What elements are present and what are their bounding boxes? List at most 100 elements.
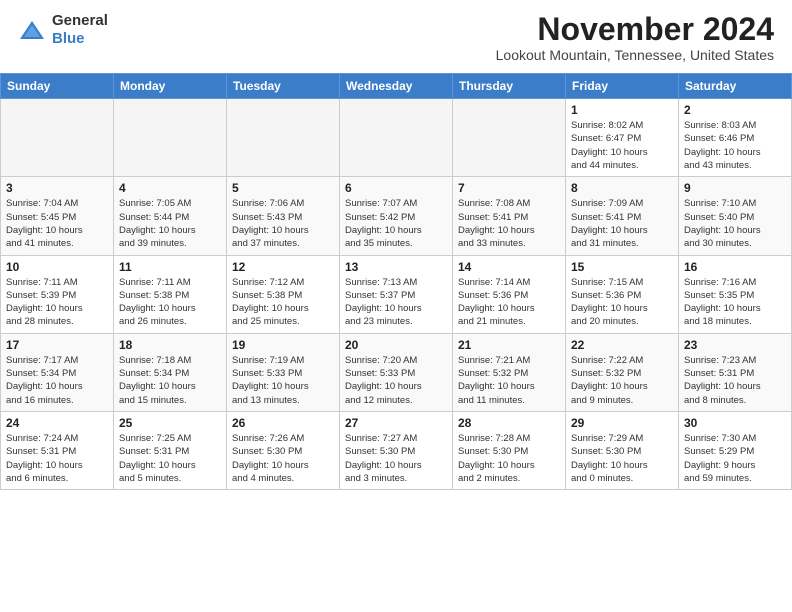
- calendar-cell: [114, 99, 227, 177]
- calendar-cell: 14Sunrise: 7:14 AM Sunset: 5:36 PM Dayli…: [453, 255, 566, 333]
- day-info: Sunrise: 7:11 AM Sunset: 5:39 PM Dayligh…: [6, 276, 108, 329]
- calendar-cell: 15 Sunrise: 7:15 AM Sunset: 5:36 PM Dayli…: [566, 255, 679, 333]
- weekday-header: Thursday: [453, 74, 566, 99]
- calendar-cell: 22 Sunrise: 7:22 AM Sunset: 5:32 PM Dayli…: [566, 333, 679, 411]
- calendar-cell: 4 Sunrise: 7:05 AM Sunset: 5:44 PM Daylig…: [114, 177, 227, 255]
- day-info: Sunrise: 7:21 AM Sunset: 5:32 PM Dayligh…: [458, 354, 560, 407]
- calendar-cell: 1 Sunrise: 8:02 AM Sunset: 6:47 PM Daylig…: [566, 99, 679, 177]
- calendar-cell: 28Sunrise: 7:28 AM Sunset: 5:30 PM Dayli…: [453, 411, 566, 489]
- day-number: 1: [571, 103, 673, 117]
- day-info: Sunrise: 7:09 AM Sunset: 5:41 PM Dayligh…: [571, 197, 673, 250]
- weekday-header: Friday: [566, 74, 679, 99]
- location-title: Lookout Mountain, Tennessee, United Stat…: [496, 47, 774, 63]
- day-info: Sunrise: 7:05 AM Sunset: 5:44 PM Dayligh…: [119, 197, 221, 250]
- calendar-cell: 11 Sunrise: 7:11 AM Sunset: 5:38 PM Dayli…: [114, 255, 227, 333]
- day-number: 19: [232, 338, 334, 352]
- calendar-cell: 25 Sunrise: 7:25 AM Sunset: 5:31 PM Dayli…: [114, 411, 227, 489]
- weekday-header: Saturday: [679, 74, 792, 99]
- calendar-cell: 5Sunrise: 7:06 AM Sunset: 5:43 PM Daylig…: [227, 177, 340, 255]
- calendar-row: 10 Sunrise: 7:11 AM Sunset: 5:39 PM Dayli…: [1, 255, 792, 333]
- day-number: 13: [345, 260, 447, 274]
- day-info: Sunrise: 7:12 AM Sunset: 5:38 PM Dayligh…: [232, 276, 334, 329]
- month-title: November 2024: [496, 12, 774, 47]
- day-number: 9: [684, 181, 786, 195]
- calendar-table: SundayMondayTuesdayWednesdayThursdayFrid…: [0, 73, 792, 490]
- calendar-cell: [453, 99, 566, 177]
- day-number: 10: [6, 260, 108, 274]
- calendar-cell: 24Sunrise: 7:24 AM Sunset: 5:31 PM Dayli…: [1, 411, 114, 489]
- day-number: 30: [684, 416, 786, 430]
- day-number: 18: [119, 338, 221, 352]
- day-number: 5: [232, 181, 334, 195]
- calendar-cell: 18 Sunrise: 7:18 AM Sunset: 5:34 PM Dayli…: [114, 333, 227, 411]
- logo-blue: Blue: [52, 30, 85, 47]
- calendar-cell: 10 Sunrise: 7:11 AM Sunset: 5:39 PM Dayli…: [1, 255, 114, 333]
- day-number: 27: [345, 416, 447, 430]
- calendar-cell: 26 Sunrise: 7:26 AM Sunset: 5:30 PM Dayli…: [227, 411, 340, 489]
- calendar-cell: 12 Sunrise: 7:12 AM Sunset: 5:38 PM Dayli…: [227, 255, 340, 333]
- weekday-header: Sunday: [1, 74, 114, 99]
- day-number: 21: [458, 338, 560, 352]
- day-number: 26: [232, 416, 334, 430]
- day-info: Sunrise: 7:30 AM Sunset: 5:29 PM Dayligh…: [684, 432, 786, 485]
- day-number: 6: [345, 181, 447, 195]
- day-info: Sunrise: 7:23 AM Sunset: 5:31 PM Dayligh…: [684, 354, 786, 407]
- day-number: 20: [345, 338, 447, 352]
- day-number: 7: [458, 181, 560, 195]
- calendar-cell: 2 Sunrise: 8:03 AM Sunset: 6:46 PM Daylig…: [679, 99, 792, 177]
- calendar-cell: [227, 99, 340, 177]
- day-info: Sunrise: 7:18 AM Sunset: 5:34 PM Dayligh…: [119, 354, 221, 407]
- day-info: Sunrise: 7:25 AM Sunset: 5:31 PM Dayligh…: [119, 432, 221, 485]
- day-number: 25: [119, 416, 221, 430]
- day-info: Sunrise: 7:11 AM Sunset: 5:38 PM Dayligh…: [119, 276, 221, 329]
- day-info: Sunrise: 8:02 AM Sunset: 6:47 PM Dayligh…: [571, 119, 673, 172]
- calendar-cell: 27Sunrise: 7:27 AM Sunset: 5:30 PM Dayli…: [340, 411, 453, 489]
- calendar-cell: 17 Sunrise: 7:17 AM Sunset: 5:34 PM Dayli…: [1, 333, 114, 411]
- day-number: 23: [684, 338, 786, 352]
- calendar-cell: [1, 99, 114, 177]
- day-info: Sunrise: 7:17 AM Sunset: 5:34 PM Dayligh…: [6, 354, 108, 407]
- day-number: 29: [571, 416, 673, 430]
- day-number: 17: [6, 338, 108, 352]
- day-number: 2: [684, 103, 786, 117]
- day-number: 15: [571, 260, 673, 274]
- calendar-cell: 30 Sunrise: 7:30 AM Sunset: 5:29 PM Dayli…: [679, 411, 792, 489]
- logo-general: General: [52, 12, 108, 29]
- day-number: 3: [6, 181, 108, 195]
- day-number: 11: [119, 260, 221, 274]
- day-number: 8: [571, 181, 673, 195]
- calendar-cell: 8 Sunrise: 7:09 AM Sunset: 5:41 PM Daylig…: [566, 177, 679, 255]
- logo: General Blue: [18, 12, 108, 48]
- day-info: Sunrise: 7:26 AM Sunset: 5:30 PM Dayligh…: [232, 432, 334, 485]
- day-info: Sunrise: 8:03 AM Sunset: 6:46 PM Dayligh…: [684, 119, 786, 172]
- calendar-cell: [340, 99, 453, 177]
- calendar-row: 17 Sunrise: 7:17 AM Sunset: 5:34 PM Dayli…: [1, 333, 792, 411]
- day-number: 14: [458, 260, 560, 274]
- day-info: Sunrise: 7:07 AM Sunset: 5:42 PM Dayligh…: [345, 197, 447, 250]
- day-number: 24: [6, 416, 108, 430]
- day-info: Sunrise: 7:22 AM Sunset: 5:32 PM Dayligh…: [571, 354, 673, 407]
- day-info: Sunrise: 7:15 AM Sunset: 5:36 PM Dayligh…: [571, 276, 673, 329]
- calendar-cell: 6 Sunrise: 7:07 AM Sunset: 5:42 PM Daylig…: [340, 177, 453, 255]
- calendar-cell: 23 Sunrise: 7:23 AM Sunset: 5:31 PM Dayli…: [679, 333, 792, 411]
- day-info: Sunrise: 7:10 AM Sunset: 5:40 PM Dayligh…: [684, 197, 786, 250]
- day-number: 22: [571, 338, 673, 352]
- day-number: 28: [458, 416, 560, 430]
- day-info: Sunrise: 7:20 AM Sunset: 5:33 PM Dayligh…: [345, 354, 447, 407]
- day-info: Sunrise: 7:29 AM Sunset: 5:30 PM Dayligh…: [571, 432, 673, 485]
- weekday-header: Tuesday: [227, 74, 340, 99]
- day-number: 4: [119, 181, 221, 195]
- calendar-cell: 9 Sunrise: 7:10 AM Sunset: 5:40 PM Daylig…: [679, 177, 792, 255]
- calendar-cell: 13Sunrise: 7:13 AM Sunset: 5:37 PM Dayli…: [340, 255, 453, 333]
- day-info: Sunrise: 7:08 AM Sunset: 5:41 PM Dayligh…: [458, 197, 560, 250]
- day-number: 12: [232, 260, 334, 274]
- calendar-cell: 3Sunrise: 7:04 AM Sunset: 5:45 PM Daylig…: [1, 177, 114, 255]
- calendar-cell: 29 Sunrise: 7:29 AM Sunset: 5:30 PM Dayli…: [566, 411, 679, 489]
- logo-text: General Blue: [52, 12, 108, 48]
- calendar-cell: 7 Sunrise: 7:08 AM Sunset: 5:41 PM Daylig…: [453, 177, 566, 255]
- calendar-header-row: SundayMondayTuesdayWednesdayThursdayFrid…: [1, 74, 792, 99]
- calendar-cell: 21 Sunrise: 7:21 AM Sunset: 5:32 PM Dayli…: [453, 333, 566, 411]
- weekday-header: Monday: [114, 74, 227, 99]
- weekday-header: Wednesday: [340, 74, 453, 99]
- title-block: November 2024 Lookout Mountain, Tennesse…: [496, 12, 774, 63]
